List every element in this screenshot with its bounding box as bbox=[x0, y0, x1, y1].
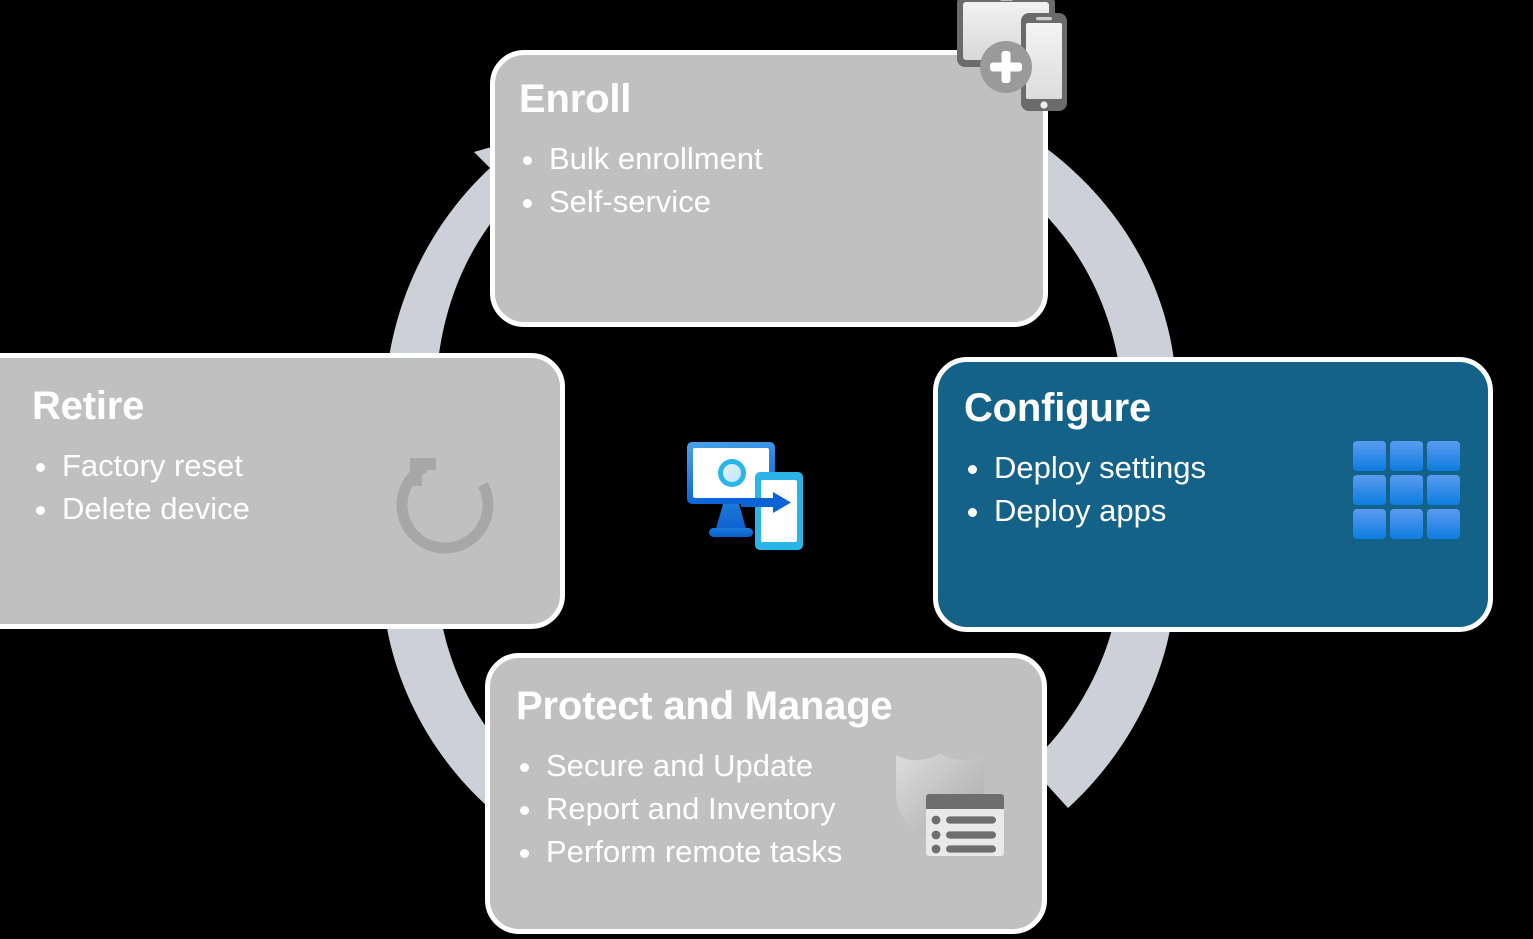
card-protect-bullets: Secure and Update Report and Inventory P… bbox=[516, 744, 842, 873]
device-lifecycle-diagram: Enroll Bulk enrollment Self-service Conf… bbox=[0, 0, 1533, 939]
list-item: Deploy apps bbox=[964, 489, 1206, 532]
card-retire[interactable]: Retire Factory reset Delete device bbox=[0, 353, 565, 629]
device-management-icon bbox=[687, 442, 803, 550]
card-retire-bullets: Factory reset Delete device bbox=[32, 444, 250, 530]
card-enroll-bullets: Bulk enrollment Self-service bbox=[519, 137, 763, 223]
card-configure[interactable]: Configure Deploy settings Deploy apps bbox=[933, 357, 1493, 632]
card-configure-bullets: Deploy settings Deploy apps bbox=[964, 446, 1206, 532]
card-configure-title: Configure bbox=[964, 386, 1152, 430]
card-retire-body: Retire Factory reset Delete device bbox=[0, 358, 560, 624]
list-item: Perform remote tasks bbox=[516, 830, 842, 873]
card-configure-body: Configure Deploy settings Deploy apps bbox=[938, 362, 1488, 627]
card-retire-title: Retire bbox=[32, 384, 145, 428]
card-protect-body: Protect and Manage Secure and Update Rep… bbox=[490, 658, 1042, 929]
list-item: Bulk enrollment bbox=[519, 137, 763, 180]
add-devices-icon bbox=[957, 0, 1067, 111]
card-enroll-title: Enroll bbox=[519, 77, 632, 121]
list-item: Delete device bbox=[32, 487, 250, 530]
list-item: Factory reset bbox=[32, 444, 250, 487]
list-item: Secure and Update bbox=[516, 744, 842, 787]
reset-circle-icon bbox=[396, 458, 494, 554]
card-protect-title: Protect and Manage bbox=[516, 684, 893, 728]
list-item: Deploy settings bbox=[964, 446, 1206, 489]
apps-grid-icon bbox=[1353, 441, 1460, 539]
shield-list-icon bbox=[896, 753, 1004, 856]
list-item: Self-service bbox=[519, 180, 763, 223]
card-protect-and-manage[interactable]: Protect and Manage Secure and Update Rep… bbox=[485, 653, 1047, 934]
list-item: Report and Inventory bbox=[516, 787, 842, 830]
